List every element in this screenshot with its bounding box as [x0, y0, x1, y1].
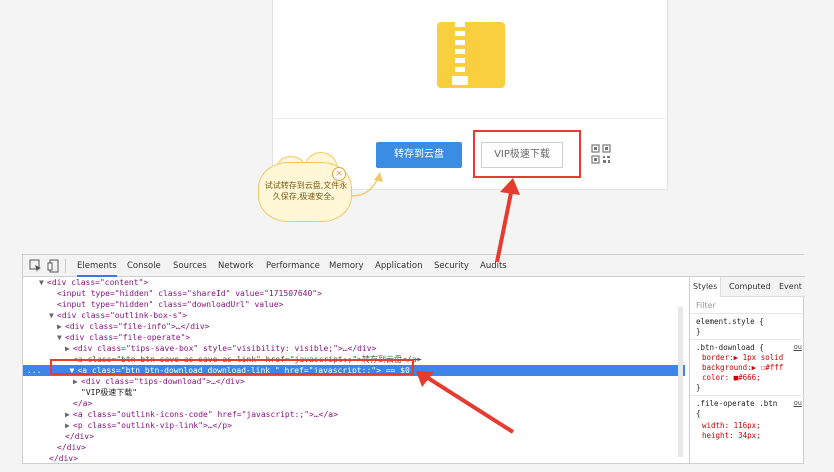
dom-node: <div class="tips-download">…</div> — [81, 377, 245, 386]
dom-node: </div> — [49, 454, 78, 463]
tab-memory[interactable]: Memory — [329, 255, 364, 277]
selection-marker: ... — [27, 366, 42, 375]
tooltip-text: 试试转存到云盘,文件永久保存,极速安全。 — [264, 181, 348, 201]
tab-elements[interactable]: Elements — [77, 255, 117, 277]
device-toolbar-icon[interactable] — [47, 259, 61, 273]
dom-node-line[interactable]: ▶ <div class="tips-save-box" style="visib… — [23, 343, 685, 354]
style-declaration-text: color: ■#666; — [702, 373, 761, 382]
style-declaration-text: width: 116px; — [702, 421, 761, 430]
tab-sources[interactable]: Sources — [173, 255, 207, 277]
dom-node-line[interactable]: ▼ <div class="outlink-box-s"> — [23, 310, 685, 321]
tab-performance[interactable]: Performance — [266, 255, 320, 277]
dom-node: </div> — [65, 432, 94, 441]
dom-node: <a class="outlink-icons-code" href="java… — [73, 410, 338, 419]
tab-console[interactable]: Console — [127, 255, 161, 277]
dom-node: <div class="file-info">…</div> — [65, 322, 210, 331]
style-declaration: height: 34px; — [702, 431, 761, 441]
dom-node: </a> — [73, 399, 93, 408]
tab-security[interactable]: Security — [434, 255, 469, 277]
style-declaration: border:▶ 1px solid — [702, 353, 783, 363]
style-declaration-text: background:▶ ☐#fff — [702, 363, 784, 372]
dom-node: <div class="file-operate"> — [65, 333, 191, 342]
styles-filter-input[interactable]: Filter — [696, 301, 716, 310]
tab-audits[interactable]: Audits — [480, 255, 507, 277]
tab-event-listeners[interactable]: Event — [776, 277, 805, 297]
dom-node-line[interactable]: ▶ <p class="outlink-vip-link">…</p> — [23, 420, 685, 431]
divider — [690, 395, 805, 396]
dom-node: <input type="hidden" class="downloadUrl"… — [57, 300, 284, 309]
elements-scrollbar[interactable] — [678, 307, 683, 457]
tab-computed[interactable]: Computed — [726, 277, 774, 297]
dom-node-line[interactable]: <input type="hidden" class="shareId" val… — [23, 288, 685, 299]
vip-button-highlight-box — [473, 130, 581, 178]
styles-pane: Styles Computed Event Filter element.sty… — [689, 277, 805, 464]
dom-node-line[interactable]: </a> — [23, 398, 685, 409]
inspect-element-icon[interactable] — [29, 259, 43, 273]
dom-node: <p class="outlink-vip-link">…</p> — [73, 421, 232, 430]
style-declaration: color: ■#666; — [702, 373, 761, 383]
dom-node: <div class="content"> — [47, 278, 149, 287]
save-to-cloud-button[interactable]: 转存到云盘 — [376, 142, 462, 168]
dom-node: <input type="hidden" class="shareId" val… — [57, 289, 322, 298]
dom-node-line[interactable]: ▶ <div class="file-info">…</div> — [23, 321, 685, 332]
card-divider — [273, 118, 667, 119]
dom-text-node: "VIP极速下载" — [81, 388, 138, 397]
divider — [690, 339, 805, 340]
style-source-link[interactable]: ou — [794, 399, 802, 407]
dom-node-line[interactable]: <input type="hidden" class="downloadUrl"… — [23, 299, 685, 310]
dom-node-line[interactable]: </div> — [23, 453, 685, 464]
zip-file-icon — [437, 22, 505, 88]
selected-node-highlight-box — [50, 359, 414, 375]
style-declaration: background:▶ ☐#fff — [702, 363, 783, 373]
arrow-to-vip-button — [495, 187, 514, 263]
dom-node: </div> — [57, 443, 86, 452]
dom-node-line[interactable]: </div> — [23, 431, 685, 442]
styles-tab-bar: Styles Computed Event — [690, 277, 805, 297]
style-rule-open: { — [696, 409, 701, 418]
style-declaration: width: 116px; — [702, 421, 761, 431]
style-rule-selector: element.style { — [696, 317, 764, 326]
style-declaration-text: height: 34px; — [702, 431, 761, 440]
dom-node: <div class="outlink-box-s"> — [57, 311, 188, 320]
dom-node-line[interactable]: ▼ <div class="content"> — [23, 277, 685, 288]
devtools-tab-bar: Elements Console Sources Network Perform… — [23, 255, 805, 277]
style-rule-close: } — [696, 383, 701, 392]
close-icon[interactable]: × — [332, 167, 346, 181]
dom-node-line[interactable]: "VIP极速下载" — [23, 387, 685, 398]
dom-node-line[interactable]: ▶ <div class="tips-download">…</div> — [23, 376, 685, 387]
style-rule-selector: .file-operate .btn — [696, 399, 778, 408]
style-source-link[interactable]: ou — [794, 343, 802, 351]
tab-network[interactable]: Network — [218, 255, 254, 277]
screenshot-stage: 转存到云盘 VIP极速下载 试试转存到云盘,文件永久保存,极速安全。 × Ele… — [0, 0, 834, 472]
zip-strip — [455, 22, 465, 78]
qr-code-icon[interactable] — [591, 144, 611, 164]
dom-node-line[interactable]: ▼ <div class="file-operate"> — [23, 332, 685, 343]
dom-node-line[interactable]: </div> — [23, 442, 685, 453]
style-rule-close: } — [696, 327, 701, 336]
style-declaration-text: border:▶ 1px solid — [702, 353, 784, 362]
divider — [690, 313, 805, 314]
toolbar-separator — [65, 259, 66, 273]
style-rule-selector: .btn-download { — [696, 343, 764, 352]
tab-application[interactable]: Application — [375, 255, 423, 277]
dom-node: <div class="tips-save-box" style="visibi… — [73, 344, 377, 353]
tab-styles[interactable]: Styles — [690, 277, 722, 297]
dom-node-line[interactable]: ▶ <a class="outlink-icons-code" href="jav… — [23, 409, 685, 420]
zip-tab — [452, 76, 468, 85]
